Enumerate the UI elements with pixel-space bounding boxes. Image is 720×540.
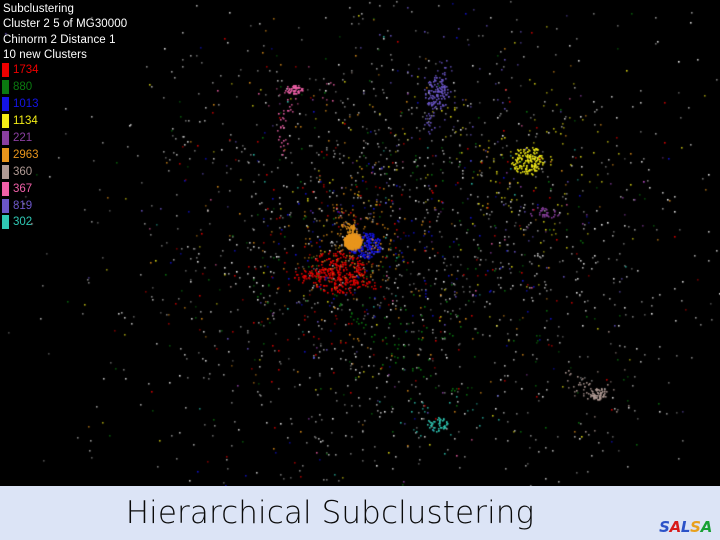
legend-color-swatch xyxy=(2,147,9,162)
legend-color-swatch xyxy=(2,131,9,145)
legend-item[interactable]: 819 xyxy=(2,197,39,214)
slide-title: Hierarchical Subclustering xyxy=(125,495,535,531)
legend-item-count: 302 xyxy=(13,216,33,229)
legend-color-swatch xyxy=(2,164,9,179)
header-line-title: Subclustering xyxy=(3,3,74,15)
legend-item-count: 360 xyxy=(13,165,33,178)
salsa-logo-letter: A xyxy=(700,518,713,536)
legend-item[interactable]: 1734 xyxy=(2,62,39,79)
legend-color-swatch xyxy=(2,97,9,112)
legend-item-count: 367 xyxy=(13,182,33,195)
legend-item[interactable]: 302 xyxy=(2,214,39,231)
caption-banner: Hierarchical Subclustering SALSA xyxy=(0,486,720,540)
header-line-cluster: Cluster 2 5 of MG30000 xyxy=(3,18,128,31)
legend-item-count: 1013 xyxy=(13,98,39,111)
legend-item-count: 1734 xyxy=(13,64,39,77)
legend-item[interactable]: 2963 xyxy=(2,146,39,163)
header-line-newcount: 10 new Clusters xyxy=(3,49,87,62)
legend-color-swatch xyxy=(2,198,9,213)
plot-header: Subclustering Cluster 2 5 of MG30000 Chi… xyxy=(3,2,303,64)
legend-color-swatch xyxy=(2,114,9,129)
legend-item[interactable]: 367 xyxy=(2,180,39,197)
header-line-distance: Chinorm 2 Distance 1 xyxy=(3,33,116,46)
legend-item[interactable]: 1013 xyxy=(2,96,39,113)
scatter-plot-canvas xyxy=(0,0,720,486)
scatter-plot-area xyxy=(0,0,720,486)
legend-item[interactable]: 1134 xyxy=(2,113,39,130)
legend-item-count: 2963 xyxy=(13,148,39,161)
slide-root: Subclustering Cluster 2 5 of MG30000 Chi… xyxy=(0,0,720,540)
legend-item-count: 819 xyxy=(13,199,33,212)
legend-item-count: 880 xyxy=(13,81,33,94)
legend-item[interactable]: 360 xyxy=(2,163,39,180)
legend-item[interactable]: 221 xyxy=(2,130,39,147)
legend-color-swatch xyxy=(2,80,9,95)
cluster-legend: 1734 880 1013 1134 221 2963 360 367 819 302 xyxy=(2,62,39,231)
legend-color-swatch xyxy=(2,63,9,78)
legend-item-count: 1134 xyxy=(13,115,38,128)
legend-item-count: 221 xyxy=(13,132,33,144)
legend-color-swatch xyxy=(2,215,9,230)
salsa-logo-letter: S xyxy=(690,518,701,536)
salsa-logo-letter: L xyxy=(680,518,691,536)
salsa-logo-letter: S xyxy=(659,518,670,536)
legend-color-swatch xyxy=(2,181,9,196)
salsa-logo-letter: A xyxy=(669,518,682,536)
legend-item[interactable]: 880 xyxy=(2,79,39,96)
salsa-logo: SALSA xyxy=(659,519,712,535)
